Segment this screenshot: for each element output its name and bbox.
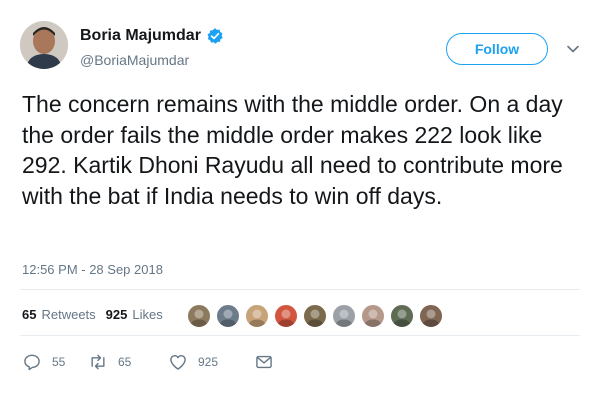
liker-avatar-image — [277, 309, 295, 327]
reply-action[interactable]: 55 — [22, 352, 88, 372]
liker-avatar-image — [248, 309, 266, 327]
tweet-actions: 55 65 925 — [22, 352, 274, 372]
message-icon — [256, 355, 272, 369]
author-avatar[interactable] — [20, 21, 68, 69]
liker-avatars — [186, 303, 447, 329]
liker-avatar-image — [306, 309, 324, 327]
author-name[interactable]: Boria Majumdar — [80, 27, 201, 45]
like-label: Likes — [132, 307, 163, 322]
liker-avatar[interactable] — [244, 303, 270, 329]
divider — [20, 289, 580, 290]
tweet-timestamp[interactable]: 12:56 PM - 28 Sep 2018 — [22, 262, 163, 277]
author-handle[interactable]: @BoriaMajumdar — [80, 52, 189, 68]
engagement-stats: 65 Retweets 925 Likes — [22, 307, 173, 322]
chevron-down-icon[interactable] — [566, 42, 580, 56]
divider — [20, 335, 580, 336]
liker-avatar-image — [219, 309, 237, 327]
liker-avatar[interactable] — [215, 303, 241, 329]
liker-avatar-image — [393, 309, 411, 327]
retweet-stat[interactable]: 65 Retweets — [22, 307, 96, 322]
liker-avatar[interactable] — [331, 303, 357, 329]
avatar-image — [20, 21, 68, 69]
liker-avatar[interactable] — [389, 303, 415, 329]
reply-icon — [24, 354, 40, 371]
like-stat[interactable]: 925 Likes — [106, 307, 163, 322]
like-count: 925 — [105, 307, 128, 322]
follow-button[interactable]: Follow — [446, 33, 548, 65]
liker-avatar[interactable] — [302, 303, 328, 329]
retweet-count: 65 — [22, 307, 37, 322]
retweet-action-count: 65 — [118, 355, 132, 369]
reply-count: 55 — [52, 355, 66, 369]
retweet-icon — [91, 354, 105, 370]
tweet-text: The concern remains with the middle orde… — [22, 91, 563, 209]
liker-avatar[interactable] — [360, 303, 386, 329]
liker-avatar-image — [422, 309, 440, 327]
verified-badge-icon — [207, 28, 223, 44]
like-action-count: 925 — [198, 355, 219, 369]
retweet-action[interactable]: 65 — [88, 352, 168, 372]
like-icon — [170, 354, 186, 370]
liker-avatar[interactable] — [186, 303, 212, 329]
like-action[interactable]: 925 — [168, 352, 254, 372]
liker-avatar-image — [364, 309, 382, 327]
direct-message-action[interactable] — [254, 352, 274, 372]
liker-avatar[interactable] — [273, 303, 299, 329]
retweet-label: Retweets — [41, 307, 96, 322]
author-name-row: Boria Majumdar — [80, 27, 224, 45]
liker-avatar-image — [190, 309, 208, 327]
liker-avatar-image — [335, 309, 353, 327]
liker-avatar[interactable] — [418, 303, 444, 329]
